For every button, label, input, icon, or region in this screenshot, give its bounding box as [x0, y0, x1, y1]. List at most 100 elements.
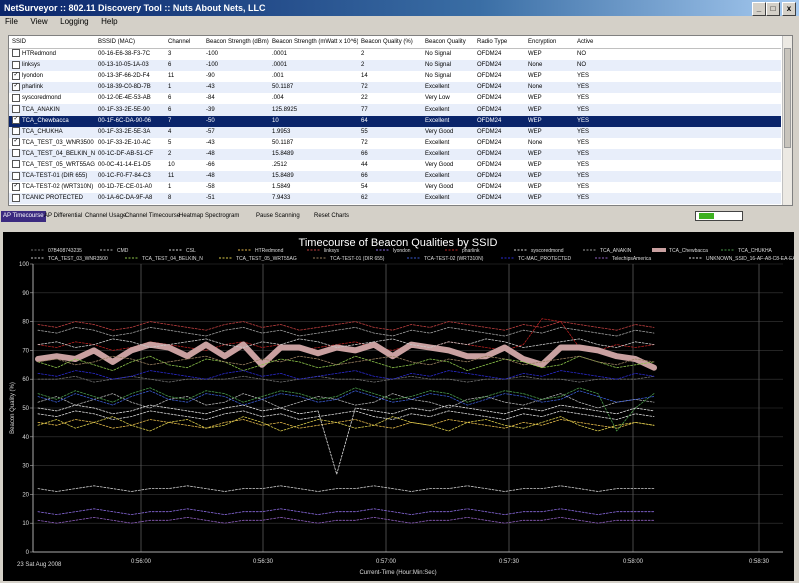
table-row[interactable]: HTRedmond 00-16-E6-38-F3-7C 3 -100 .0001 2 No …	[9, 49, 781, 61]
table-row[interactable]: ✓ TCA_Chewbacca 00-1F-6C-DA-90-06 7 -50 10 64 E…	[9, 115, 781, 127]
cell-encryption: None	[525, 60, 574, 72]
maximize-button[interactable]: □	[766, 2, 780, 16]
cell-ssid: TCANIC PROTECTED	[9, 193, 95, 205]
col-quality[interactable]: Beacon Quality	[422, 36, 474, 49]
cell-bssid-text: 00-1F-33-2E-5E-3A	[98, 128, 151, 135]
legend-label: 07B408743235	[48, 248, 82, 254]
cell-dbm: -100	[203, 49, 269, 61]
menu-view[interactable]: View	[25, 16, 52, 27]
table-scrollbar[interactable]	[782, 36, 792, 205]
col-bssid[interactable]: BSSID (MAC)	[95, 36, 165, 49]
cell-radio: OFDM24	[474, 60, 525, 72]
table-row[interactable]: ✓ TCA-TEST-02 (WRT310N) 00-1D-7E-CE-01-A0 1…	[9, 182, 781, 193]
cell-mw: 10	[269, 115, 358, 127]
cell-mw-text: .0001	[272, 51, 288, 58]
row-checkbox[interactable]: ✓	[12, 182, 20, 191]
cell-bssid-text: 00-1A-6C-DA-9F-A8	[98, 195, 153, 202]
row-checkbox[interactable]	[12, 149, 20, 158]
cell-encryption: WEP	[525, 115, 574, 127]
table-row[interactable]: syscoredmond 00-12-0E-4E-53-AB 6 -84 .004 22 V…	[9, 93, 781, 104]
tab-ap-timecourse[interactable]: AP Timecourse	[1, 211, 46, 222]
scrollbar-thumb[interactable]	[784, 48, 791, 148]
cell-encryption: WEP	[525, 182, 574, 193]
cell-ssid: ✓ pharlink	[9, 82, 95, 94]
tab-channel-timecourse[interactable]: Channel Timecourse	[123, 211, 182, 222]
tab-heatmap[interactable]: Heatmap	[177, 211, 205, 222]
table-row[interactable]: linksys 00-13-10-05-1A-03 6 -100 .0001 2 No Si…	[9, 60, 781, 72]
cell-dbm-text: -50	[206, 117, 215, 124]
menu-logging[interactable]: Logging	[55, 16, 93, 27]
reset-charts-button[interactable]: Reset Charts	[312, 211, 351, 222]
legend-label: TCA-TEST-01 (DIR 655)	[330, 256, 385, 262]
row-checkbox[interactable]: ✓	[12, 116, 20, 125]
cell-bssid: 00-18-39-C0-8D-7B	[95, 82, 165, 94]
row-checkbox[interactable]: ✓	[12, 71, 20, 80]
cell-ssid-text: TCA_TEST_03_WNR3500	[22, 139, 94, 146]
cell-channel-text: 8	[168, 195, 172, 202]
close-button[interactable]: x	[782, 2, 796, 16]
row-checkbox[interactable]	[12, 60, 20, 69]
cell-channel-text: 11	[168, 173, 175, 180]
tab-ap-differential[interactable]: AP Differential	[42, 211, 84, 222]
cell-radio-text: OFDM24	[477, 73, 502, 80]
table-row[interactable]: TCA_TEST_05_WRT55AG 00-0C-41-14-E1-D5 10 -6…	[9, 160, 781, 171]
row-checkbox[interactable]: ✓	[12, 82, 20, 91]
window-title: NetSurveyor :: 802.11 Discovery Tool :: …	[4, 3, 266, 13]
table-row[interactable]: ✓ TCA_TEST_03_WNR3500 00-1F-33-2E-10-AC 5 -4…	[9, 138, 781, 149]
row-checkbox[interactable]	[12, 127, 20, 136]
cell-bssid: 00-13-3F-66-2D-F4	[95, 71, 165, 82]
table-row[interactable]: TCANIC PROTECTED 00-1A-6C-DA-9F-A8 8 -51 7.9…	[9, 193, 781, 205]
table-row[interactable]: ✓ lyondon 00-13-3F-66-2D-F4 11 -90.001 14 No S…	[9, 71, 781, 82]
col-encryption[interactable]: Encryption	[525, 36, 574, 49]
table-row[interactable]: TCA_TEST_04_BELKIN_N 00-1C-DF-AB-51-CF 2 -4…	[9, 148, 781, 160]
cell-active-text: YES	[577, 139, 590, 146]
cell-mw: 125.8925	[269, 104, 358, 116]
cell-encryption: WEP	[525, 71, 574, 82]
col-ssid[interactable]: SSID	[9, 36, 95, 49]
table-row[interactable]: TCA-TEST-01 (DIR 655) 00-1C-F0-F7-84-C3 11…	[9, 171, 781, 183]
pause-scanning-button[interactable]: Pause Scanning	[254, 211, 302, 222]
cell-active-text: YES	[577, 73, 590, 80]
cell-quality-text: Excellent	[425, 173, 450, 180]
table-row[interactable]: TCA_ANAKIN 00-1F-33-2E-5E-90 6 -39 125.8925 7…	[9, 104, 781, 116]
cell-encryption-text: WEP	[528, 51, 542, 58]
menu-help[interactable]: Help	[96, 16, 122, 27]
row-checkbox[interactable]: ✓	[12, 138, 20, 147]
tab-spectrogram[interactable]: Spectrogram	[203, 211, 241, 222]
menu-file[interactable]: File	[0, 16, 23, 27]
cell-quality-text: Excellent	[425, 106, 450, 113]
cell-radio: OFDM24	[474, 93, 525, 104]
cell-quality: Excellent	[422, 104, 474, 116]
cell-active-text: YES	[577, 128, 590, 135]
row-checkbox[interactable]	[12, 49, 20, 58]
cell-encryption: WEP	[525, 171, 574, 183]
legend-label: pharlink	[462, 248, 480, 254]
cell-mw-text: 125.8925	[272, 106, 298, 113]
cell-encryption-text: None	[528, 139, 543, 146]
minimize-button[interactable]: _	[752, 2, 766, 16]
row-checkbox[interactable]	[12, 104, 20, 113]
cell-quality-pct-text: 54	[361, 184, 368, 191]
col-strength-mw[interactable]: Beacon Strength (mWatt x 10^6)	[269, 36, 358, 49]
cell-quality-text: Excellent	[425, 84, 450, 91]
cell-channel: 5	[165, 138, 203, 149]
tab-channel-usage[interactable]: Channel Usage	[83, 211, 128, 222]
cell-channel: 1	[165, 82, 203, 94]
col-active[interactable]: Active	[574, 36, 781, 49]
cell-bssid: 00-1F-6C-DA-90-06	[95, 115, 165, 127]
row-checkbox[interactable]	[12, 171, 20, 180]
row-checkbox[interactable]	[12, 160, 20, 169]
col-quality-pct[interactable]: Beacon Quality (%)	[358, 36, 422, 49]
col-radio[interactable]: Radio Type	[474, 36, 525, 49]
table-row[interactable]: ✓ pharlink 00-18-39-C0-8D-7B 1 -43 50.1187 72 E…	[9, 82, 781, 94]
row-checkbox[interactable]	[12, 193, 20, 202]
cell-mw-text: .2512	[272, 161, 288, 168]
table-row[interactable]: TCA_CHUKHA 00-1F-33-2E-5E-3A 4 -57 1.9953 55 V…	[9, 126, 781, 138]
ap-table-panel: SSID BSSID (MAC) Channel Beacon Strength…	[8, 35, 793, 206]
col-channel[interactable]: Channel	[165, 36, 203, 49]
cell-mw: 50.1187	[269, 138, 358, 149]
cell-dbm-text: -66	[206, 161, 215, 168]
row-checkbox[interactable]	[12, 93, 20, 102]
cell-quality-pct-text: 14	[361, 73, 368, 80]
col-strength-dbm[interactable]: Beacon Strength (dBm)	[203, 36, 269, 49]
